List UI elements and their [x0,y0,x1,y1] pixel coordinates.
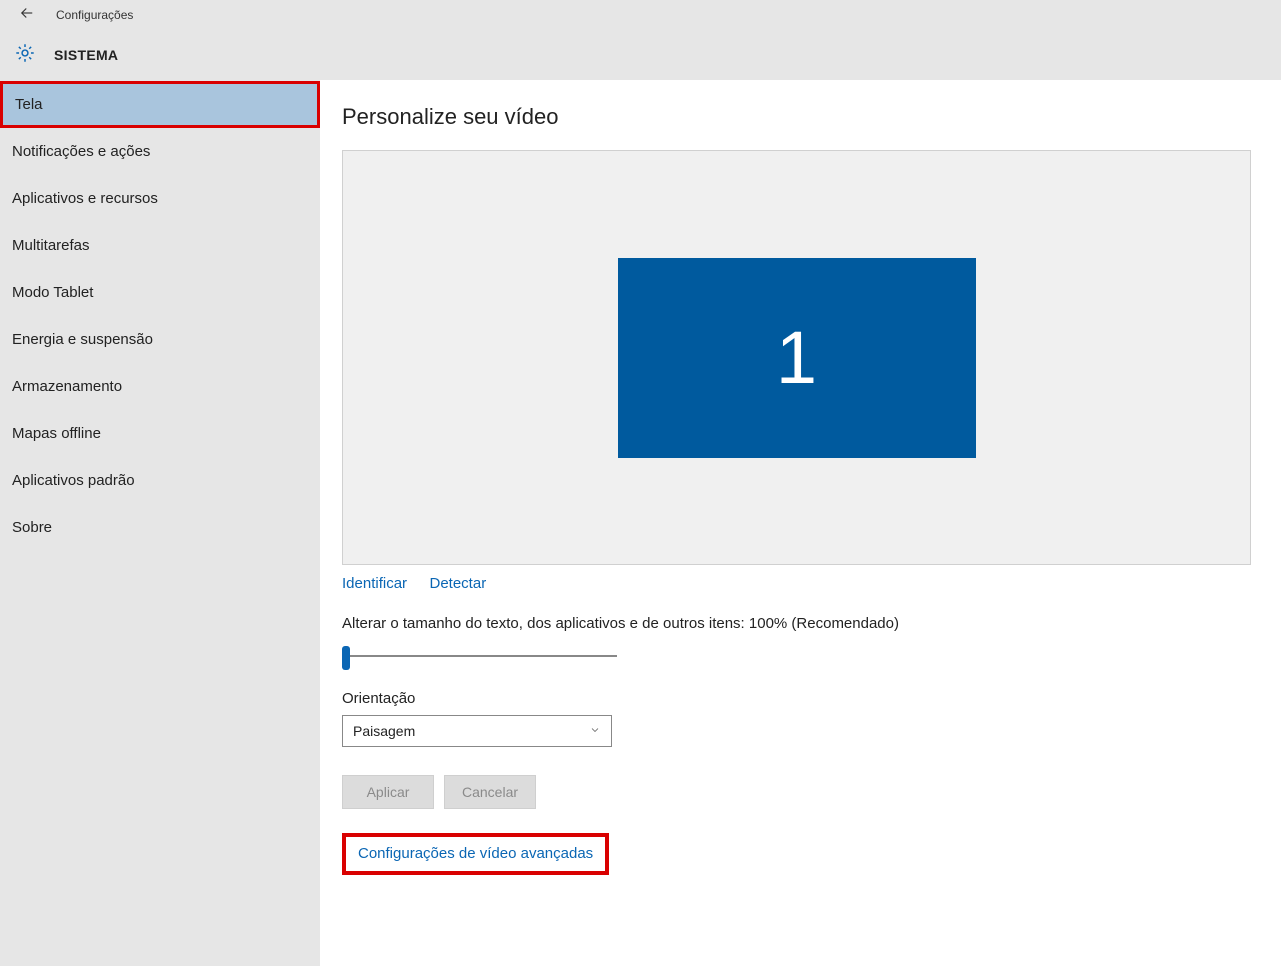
sidebar-item-label: Tela [15,96,43,113]
button-label: Cancelar [462,784,518,800]
identify-link[interactable]: Identificar [342,575,407,592]
gear-icon [14,42,36,69]
sidebar-item-label: Aplicativos padrão [12,472,135,489]
sidebar-item-label: Multitarefas [12,237,90,254]
monitor-number: 1 [776,315,817,400]
sidebar-item-multitarefas[interactable]: Multitarefas [0,222,320,269]
sidebar-item-label: Energia e suspensão [12,331,153,348]
orientation-label: Orientação [342,690,1251,707]
sidebar-item-mapas-offline[interactable]: Mapas offline [0,410,320,457]
sidebar-item-label: Sobre [12,519,52,536]
advanced-settings-highlight: Configurações de vídeo avançadas [342,833,609,875]
section-title: SISTEMA [54,47,118,63]
sidebar-item-label: Mapas offline [12,425,101,442]
sidebar-item-sobre[interactable]: Sobre [0,504,320,551]
orientation-select[interactable]: Paisagem [342,715,612,747]
button-label: Aplicar [367,784,410,800]
cancel-button[interactable]: Cancelar [444,775,536,809]
sidebar-item-modo-tablet[interactable]: Modo Tablet [0,269,320,316]
main-content: Personalize seu vídeo 1 Identificar Dete… [320,80,1281,966]
sidebar-item-label: Notificações e ações [12,143,150,160]
sidebar-item-notificacoes[interactable]: Notificações e ações [0,128,320,175]
sidebar-item-label: Modo Tablet [12,284,93,301]
detect-link[interactable]: Detectar [430,575,487,592]
back-arrow-icon[interactable] [18,4,36,27]
sidebar-item-armazenamento[interactable]: Armazenamento [0,363,320,410]
sidebar-item-aplicativos-padrao[interactable]: Aplicativos padrão [0,457,320,504]
page-title: Personalize seu vídeo [342,104,1251,130]
display-monitor-1[interactable]: 1 [618,258,976,458]
display-preview-area[interactable]: 1 [342,150,1251,565]
scale-label: Alterar o tamanho do texto, dos aplicati… [342,615,1251,632]
chevron-down-icon [589,724,601,739]
slider-thumb[interactable] [342,646,350,670]
sidebar-item-aplicativos-recursos[interactable]: Aplicativos e recursos [0,175,320,222]
titlebar: Configurações [0,0,1281,30]
button-row: Aplicar Cancelar [342,775,1251,809]
window-title: Configurações [56,8,133,22]
page-header: SISTEMA [0,30,1281,80]
sidebar-item-tela[interactable]: Tela [0,81,320,128]
sidebar-item-energia[interactable]: Energia e suspensão [0,316,320,363]
sidebar-item-label: Armazenamento [12,378,122,395]
apply-button[interactable]: Aplicar [342,775,434,809]
advanced-video-settings-link[interactable]: Configurações de vídeo avançadas [358,845,593,862]
sidebar-item-label: Aplicativos e recursos [12,190,158,207]
scale-slider[interactable] [342,646,617,670]
slider-track [342,655,617,657]
display-action-links: Identificar Detectar [342,575,1251,593]
orientation-value: Paisagem [353,723,415,739]
sidebar: Tela Notificações e ações Aplicativos e … [0,80,320,966]
